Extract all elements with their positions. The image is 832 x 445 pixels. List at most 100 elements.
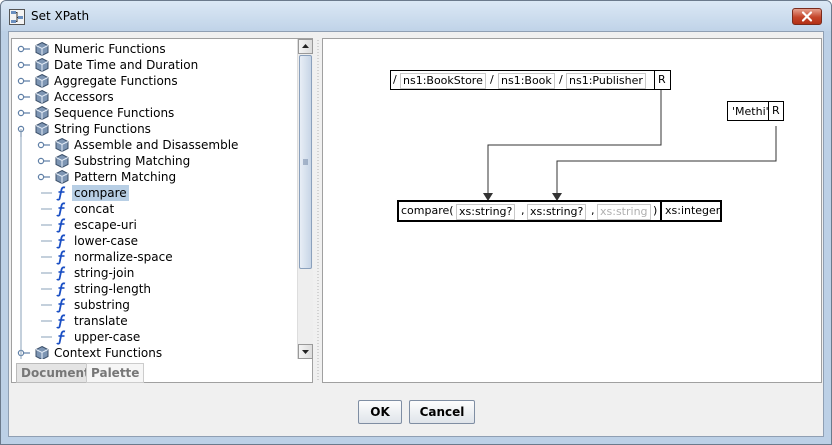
function-arg[interactable]: xs:string? xyxy=(456,204,516,220)
scroll-down-button[interactable] xyxy=(298,344,313,359)
arrow-up-icon xyxy=(302,44,309,48)
category-label: Context Functions xyxy=(54,346,163,359)
tree-item[interactable]: String Functions xyxy=(12,121,297,137)
dialog-title: Set XPath xyxy=(31,9,90,23)
path-separator: / xyxy=(490,73,494,86)
package-icon xyxy=(35,121,49,137)
category-label: String Functions xyxy=(54,122,151,136)
tree-item[interactable]: Assemble and Disassemble xyxy=(12,137,297,153)
tree-line-icon xyxy=(41,256,52,258)
path-expression-node[interactable]: / ns1:BookStore / ns1:Book / ns1:Publish… xyxy=(390,70,671,90)
literal-result-port[interactable]: R xyxy=(772,104,780,118)
tree-item[interactable]: Pattern Matching xyxy=(12,169,297,185)
tree-item[interactable]: string-join xyxy=(12,265,297,281)
category-label: Date Time and Duration xyxy=(54,58,199,72)
function-icon xyxy=(56,234,66,249)
string-literal-node[interactable]: 'Methi' R xyxy=(727,101,784,121)
path-result-port[interactable]: R xyxy=(658,73,666,87)
path-step[interactable]: ns1:Publisher xyxy=(566,73,646,89)
scroll-up-button[interactable] xyxy=(298,39,313,54)
tree-item[interactable]: Accessors xyxy=(12,89,297,105)
xpath-diagram-canvas[interactable]: / ns1:BookStore / ns1:Book / ns1:Publish… xyxy=(322,38,822,383)
function-return-type[interactable]: xs:integer xyxy=(665,204,720,218)
tree-toggle-icon[interactable] xyxy=(16,105,32,121)
tree-toggle-icon[interactable] xyxy=(36,137,52,153)
function-close-paren: ) xyxy=(653,204,658,217)
function-icon xyxy=(56,250,66,265)
tree-line-icon xyxy=(41,320,52,322)
arg-separator: , xyxy=(521,204,525,217)
function-label: translate xyxy=(74,314,128,328)
package-icon xyxy=(55,169,69,185)
function-label: lower-case xyxy=(74,234,138,248)
tree-item[interactable]: lower-case xyxy=(12,233,297,249)
tree-item[interactable]: string-length xyxy=(12,281,297,297)
tree-line-icon xyxy=(41,208,52,210)
cancel-button[interactable]: Cancel xyxy=(409,400,475,424)
function-arg-optional[interactable]: xs:string xyxy=(597,204,651,220)
function-icon xyxy=(56,202,66,217)
tree-toggle-icon[interactable] xyxy=(36,153,52,169)
path-separator: / xyxy=(559,73,563,86)
close-button[interactable] xyxy=(792,8,822,25)
function-tree[interactable]: Numeric Functions Date Time and Duration A… xyxy=(12,39,297,359)
ok-button[interactable]: OK xyxy=(358,400,402,424)
tree-item[interactable]: normalize-space xyxy=(12,249,297,265)
function-label: compare xyxy=(72,185,129,201)
tree-item[interactable]: escape-uri xyxy=(12,217,297,233)
tree-item[interactable]: Sequence Functions xyxy=(12,105,297,121)
title-bar[interactable]: Set XPath xyxy=(1,1,831,31)
tree-item[interactable]: Aggregate Functions xyxy=(12,73,297,89)
tree-toggle-icon[interactable] xyxy=(36,169,52,185)
package-icon xyxy=(35,345,49,359)
path-step[interactable]: ns1:Book xyxy=(498,73,555,89)
package-icon xyxy=(35,89,49,105)
tree-line-icon xyxy=(41,224,52,226)
tree-item[interactable]: substring xyxy=(12,297,297,313)
function-label: string-length xyxy=(74,282,152,296)
package-icon xyxy=(35,41,49,57)
path-step[interactable]: ns1:BookStore xyxy=(400,73,486,89)
package-icon xyxy=(55,153,69,169)
category-label: Assemble and Disassemble xyxy=(74,138,239,152)
function-arg[interactable]: xs:string? xyxy=(527,204,587,220)
literal-value[interactable]: 'Methi' xyxy=(729,104,772,120)
function-icon xyxy=(56,282,66,297)
close-icon xyxy=(801,11,813,22)
arg-separator: , xyxy=(591,204,595,217)
package-icon xyxy=(35,57,49,73)
tab-palette[interactable]: Palette xyxy=(86,363,145,383)
tree-toggle-icon[interactable] xyxy=(16,89,32,105)
xpath-app-icon xyxy=(9,9,25,25)
function-icon xyxy=(56,314,66,329)
scroll-thumb[interactable] xyxy=(299,55,312,269)
tree-item[interactable]: Date Time and Duration xyxy=(12,57,297,73)
tree-item[interactable]: compare xyxy=(12,185,297,201)
arrow-down-icon xyxy=(302,350,309,354)
tree-item[interactable]: translate xyxy=(12,313,297,329)
tree-item[interactable]: concat xyxy=(12,201,297,217)
compare-function-node[interactable]: compare( xs:string? , xs:string? , xs:st… xyxy=(397,200,722,222)
function-label: substring xyxy=(74,298,130,312)
tree-vertical-scrollbar[interactable] xyxy=(297,39,313,359)
tab-document[interactable]: Document xyxy=(16,363,95,383)
function-icon xyxy=(56,218,66,233)
function-label: concat xyxy=(74,202,115,216)
package-icon xyxy=(35,105,49,121)
tree-toggle-icon[interactable] xyxy=(16,73,32,89)
category-label: Substring Matching xyxy=(74,154,191,168)
tree-toggle-icon[interactable] xyxy=(16,57,32,73)
category-label: Aggregate Functions xyxy=(54,74,178,88)
tree-item[interactable]: Substring Matching xyxy=(12,153,297,169)
function-label: escape-uri xyxy=(74,218,137,232)
grip-icon xyxy=(303,159,308,165)
tree-toggle-icon[interactable] xyxy=(16,41,32,57)
tree-item[interactable]: Numeric Functions xyxy=(12,41,297,57)
function-icon xyxy=(56,298,66,313)
function-icon xyxy=(56,330,66,345)
category-label: Sequence Functions xyxy=(54,106,175,120)
tree-item[interactable]: upper-case xyxy=(12,329,297,345)
tree-item[interactable]: Context Functions xyxy=(12,345,297,359)
tree-line-icon xyxy=(41,304,52,306)
split-pane-divider[interactable] xyxy=(315,38,321,383)
